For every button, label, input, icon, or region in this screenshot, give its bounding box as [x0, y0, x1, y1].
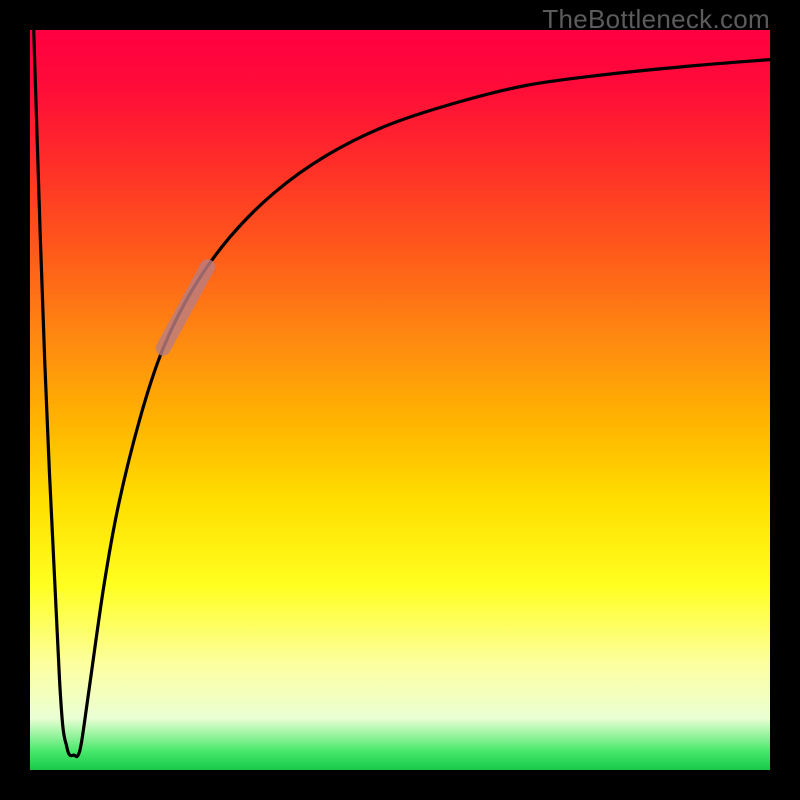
chart-frame: TheBottleneck.com: [0, 0, 800, 800]
watermark-text: TheBottleneck.com: [542, 4, 770, 35]
highlight-segment: [163, 267, 207, 348]
bottleneck-curve: [34, 30, 770, 757]
curve-layer: [30, 30, 770, 770]
plot-area: [30, 30, 770, 770]
